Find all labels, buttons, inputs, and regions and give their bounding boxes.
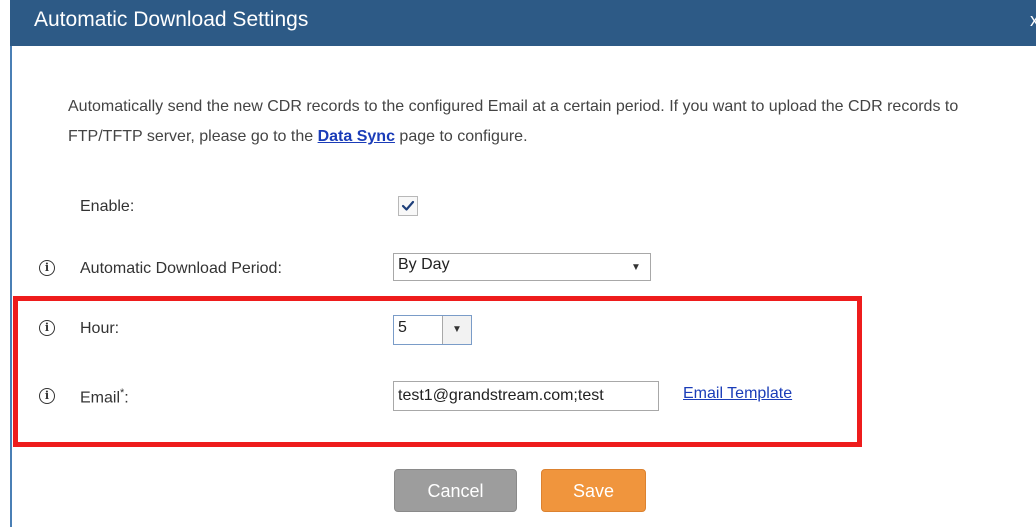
dialog-left-border [10, 46, 12, 527]
data-sync-link[interactable]: Data Sync [318, 128, 395, 145]
dialog-title: Automatic Download Settings [34, 8, 309, 31]
chevron-down-icon: ▼ [631, 262, 641, 273]
close-icon[interactable]: x [1030, 11, 1036, 29]
dialog-titlebar: Automatic Download Settings x [10, 0, 1036, 46]
description-text: Automatically send the new CDR records t… [68, 98, 959, 145]
info-icon[interactable]: i [39, 260, 55, 276]
enable-label: Enable: [80, 198, 135, 215]
cancel-button[interactable]: Cancel [394, 469, 517, 512]
enable-checkbox[interactable] [398, 196, 418, 216]
period-select[interactable]: By Day ▼ [393, 253, 651, 281]
period-label: Automatic Download Period: [80, 260, 282, 277]
checkmark-icon [401, 200, 415, 211]
highlight-box [13, 296, 862, 447]
period-select-value: By Day [398, 256, 450, 273]
save-button[interactable]: Save [541, 469, 646, 512]
